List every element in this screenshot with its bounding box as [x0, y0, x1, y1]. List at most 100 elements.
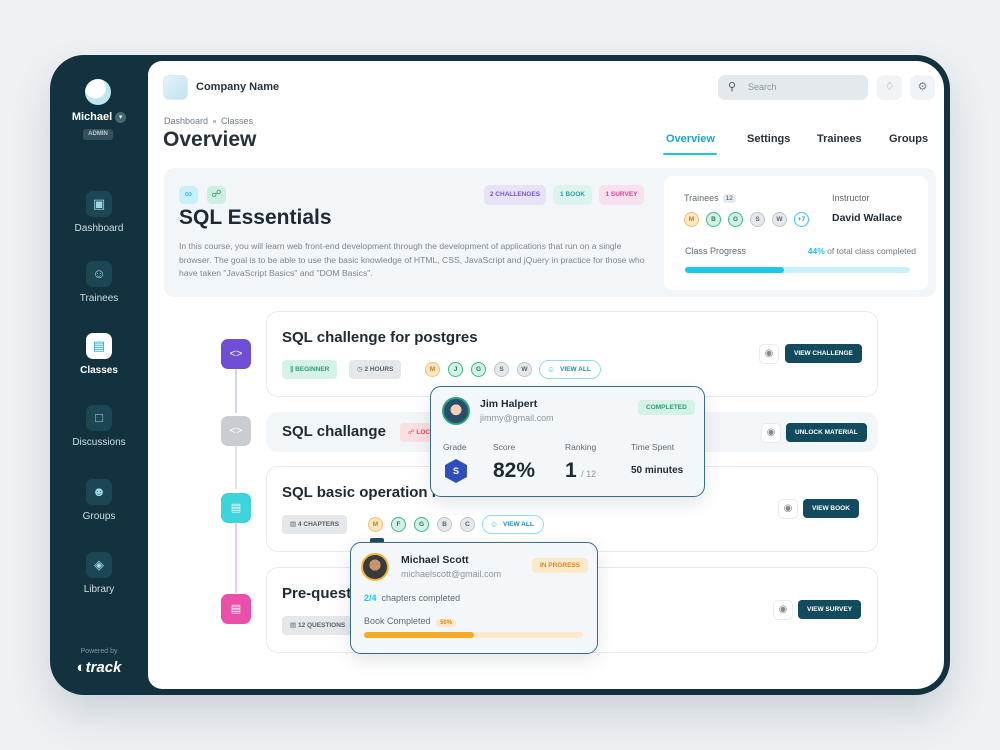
role-badge: ADMIN — [83, 129, 113, 140]
layers-icon: ◈ — [86, 552, 112, 578]
trainee-avatar[interactable]: M — [684, 212, 699, 227]
book-open-icon: ▤ — [290, 521, 298, 528]
trainee-avatar[interactable]: B — [706, 212, 721, 227]
view-book-button[interactable]: VIEW BOOK — [803, 499, 859, 518]
trainees-label: Trainees 12 — [684, 193, 736, 204]
chapters-done: 2/4 — [364, 593, 377, 603]
view-survey-button[interactable]: VIEW SURVEY — [798, 600, 862, 619]
chevron-down-icon[interactable]: ▾ — [115, 111, 127, 123]
course-title: SQL Essentials — [179, 206, 332, 229]
trainee-avatar[interactable]: M — [425, 362, 440, 377]
trainee-avatar[interactable]: S — [750, 212, 765, 227]
trainee-avatar[interactable]: B — [437, 517, 452, 532]
sidebar-item-trainees[interactable]: ☺ Trainees — [50, 261, 148, 304]
unlock-icon[interactable]: ☍ — [207, 186, 226, 204]
questions-chip-text: 12 QUESTIONS — [297, 622, 346, 629]
sidebar-item-discussions[interactable]: □ Discussions — [50, 405, 148, 448]
view-all-text: VIEW ALL — [503, 521, 534, 528]
trainees-count: 12 — [722, 194, 736, 204]
user-icon: ☺ — [490, 520, 499, 529]
trainee-avatar[interactable]: W — [772, 212, 787, 227]
page-title: Overview — [163, 128, 257, 151]
material-title[interactable]: SQL challenge for postgres — [282, 329, 478, 346]
settings-button[interactable]: ⚙ — [910, 75, 935, 100]
users-icon: ☻ — [86, 479, 112, 505]
book-completed-text: Book Completed — [364, 616, 431, 626]
eye-icon: ◉ — [778, 604, 788, 615]
timeline-connector — [235, 445, 237, 489]
trainee-avatar[interactable]: S — [494, 362, 509, 377]
material-title[interactable]: SQL challange — [282, 423, 386, 440]
document-icon: ▤ — [221, 594, 251, 624]
breadcrumb-dashboard[interactable]: Dashboard — [164, 116, 208, 126]
trainee-avatar[interactable]: J — [448, 362, 463, 377]
timeline-connector — [235, 521, 237, 593]
trainee-avatar[interactable]: W — [517, 362, 532, 377]
sidebar-item-label: Trainees — [79, 293, 119, 304]
score-value: 82% — [493, 459, 536, 482]
tag-challenges: 2 CHALLENGES — [484, 185, 546, 205]
sidebar-item-groups[interactable]: ☻ Groups — [50, 479, 148, 522]
preview-button[interactable]: ◉ — [761, 423, 781, 443]
gear-icon: ⚙ — [917, 81, 928, 93]
preview-button[interactable]: ◉ — [759, 344, 779, 364]
material-card-challenge: SQL challenge for postgres ∥ BEGINNER ◷ … — [266, 311, 878, 397]
score-label: Score — [493, 442, 516, 452]
trainee-popover-michael: Michael Scott michaelscott@gmail.com IN … — [350, 542, 598, 654]
breadcrumb: Dashboard Classes — [164, 116, 253, 126]
link-icon[interactable]: ∞ — [179, 186, 198, 204]
chat-icon: □ — [86, 405, 112, 431]
user-avatar[interactable] — [85, 79, 111, 105]
user-menu[interactable]: Michael ▾ — [50, 111, 148, 123]
grade-badge: S — [445, 459, 467, 483]
company-name: Company Name — [196, 81, 280, 93]
more-trainees-badge[interactable]: +7 — [794, 212, 809, 227]
view-all-button[interactable]: ☺ VIEW ALL — [539, 360, 601, 379]
search-icon: ⚲ — [728, 81, 737, 93]
tab-groups[interactable]: Groups — [889, 133, 928, 145]
duration-chip: ◷ 2 HOURS — [349, 360, 402, 379]
breadcrumb-classes[interactable]: Classes — [221, 116, 253, 126]
trainee-popover-jim: Jim Halpert jimmy@gmail.com COMPLETED Gr… — [430, 386, 705, 497]
view-challenge-button[interactable]: VIEW CHALLENGE — [785, 344, 862, 363]
tab-trainees[interactable]: Trainees — [817, 133, 862, 145]
preview-button[interactable]: ◉ — [778, 499, 798, 519]
trainee-avatar[interactable]: C — [460, 517, 475, 532]
code-icon: <> — [221, 416, 251, 446]
tab-settings[interactable]: Settings — [747, 133, 790, 145]
class-progress-bar — [685, 267, 910, 273]
search-input[interactable]: ⚲ Search — [718, 75, 868, 100]
class-progress-percent: 44% — [807, 246, 825, 256]
trainee-email: jimmy@gmail.com — [480, 413, 554, 423]
notifications-button[interactable]: ♢ — [877, 75, 902, 100]
trainee-avatar[interactable]: G — [414, 517, 429, 532]
trainee-avatar[interactable]: F — [391, 517, 406, 532]
sidebar-item-label: Groups — [82, 511, 116, 522]
user-name: Michael — [71, 111, 113, 123]
trainees-label-text: Trainees — [684, 193, 719, 203]
trainee-name: Jim Halpert — [480, 398, 538, 410]
view-all-text: VIEW ALL — [560, 366, 591, 373]
trainee-avatar[interactable]: G — [728, 212, 743, 227]
tab-overview[interactable]: Overview — [666, 133, 715, 145]
view-all-button[interactable]: ☺ VIEW ALL — [482, 515, 544, 534]
active-tab-indicator — [663, 153, 717, 155]
level-chip: ∥ BEGINNER — [282, 360, 338, 379]
brand-mark-icon: ◐ — [76, 659, 86, 676]
trainee-avatar[interactable]: M — [368, 517, 383, 532]
sidebar: Michael ▾ ADMIN ▣ Dashboard ☺ Trainees ▤ … — [50, 55, 148, 695]
eye-icon: ◉ — [783, 503, 793, 514]
preview-button[interactable]: ◉ — [773, 600, 793, 620]
grade-label: Grade — [443, 442, 467, 452]
instructor-label: Instructor — [832, 193, 870, 203]
class-progress-fill — [685, 267, 784, 273]
trainee-avatar[interactable]: G — [471, 362, 486, 377]
sidebar-item-label: Classes — [80, 365, 118, 376]
sidebar-item-library[interactable]: ◈ Library — [50, 552, 148, 595]
unlock-material-button[interactable]: UNLOCK MATERIAL — [786, 423, 867, 442]
bell-icon: ♢ — [884, 81, 895, 93]
sidebar-item-label: Discussions — [72, 437, 126, 448]
timeline-connector — [235, 369, 237, 413]
sidebar-item-classes[interactable]: ▤ Classes — [50, 333, 148, 376]
sidebar-item-dashboard[interactable]: ▣ Dashboard — [50, 191, 148, 234]
